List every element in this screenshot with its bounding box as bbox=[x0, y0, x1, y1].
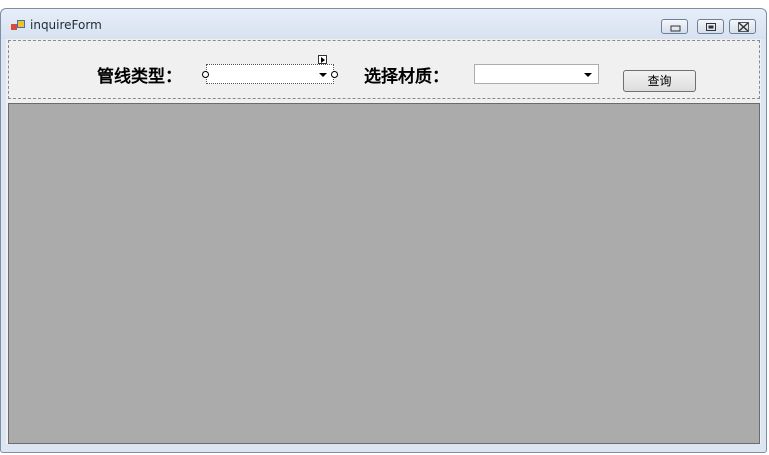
main-window: inquireForm 管线类型： 选择材质： 查询 bbox=[0, 8, 767, 453]
material-combobox[interactable] bbox=[474, 64, 599, 84]
app-icon bbox=[11, 20, 25, 30]
maximize-icon bbox=[706, 23, 716, 31]
chevron-down-icon[interactable] bbox=[319, 73, 327, 77]
resize-handle-left[interactable] bbox=[202, 71, 209, 78]
client-area: 管线类型： 选择材质： 查询 bbox=[6, 39, 761, 444]
smart-tag-icon[interactable] bbox=[318, 55, 327, 64]
material-label: 选择材质： bbox=[364, 67, 449, 87]
search-panel: 管线类型： 选择材质： 查询 bbox=[8, 40, 760, 99]
chevron-down-icon[interactable] bbox=[584, 73, 592, 77]
query-button[interactable]: 查询 bbox=[623, 70, 696, 92]
resize-handle-right[interactable] bbox=[331, 71, 338, 78]
pipe-type-combobox[interactable] bbox=[206, 64, 334, 84]
close-icon bbox=[738, 22, 749, 32]
maximize-button[interactable] bbox=[697, 19, 724, 34]
title-bar[interactable]: inquireForm bbox=[1, 9, 766, 39]
results-grid[interactable] bbox=[8, 103, 760, 444]
minimize-icon bbox=[670, 25, 681, 32]
pipe-type-label: 管线类型： bbox=[97, 67, 182, 87]
close-button[interactable] bbox=[729, 19, 756, 34]
window-title: inquireForm bbox=[30, 18, 102, 32]
minimize-button[interactable] bbox=[661, 19, 688, 34]
